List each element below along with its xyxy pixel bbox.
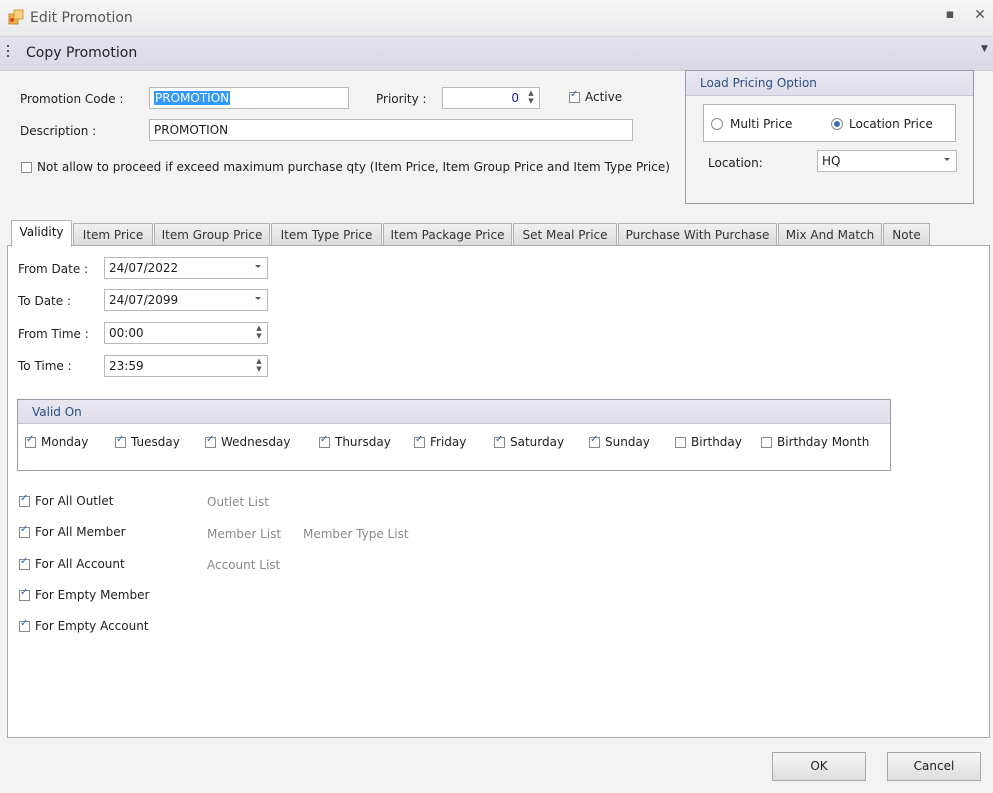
for-empty-member-label: For Empty Member bbox=[35, 588, 150, 602]
member-list-link[interactable]: Member List bbox=[207, 527, 281, 541]
toolbar-chevron-down-icon[interactable]: ▼ bbox=[981, 44, 988, 54]
window-title: Edit Promotion bbox=[30, 10, 133, 26]
valid-on-header: Valid On bbox=[18, 400, 890, 424]
friday-label: Friday bbox=[430, 435, 467, 449]
tab-item-price[interactable]: Item Price bbox=[73, 223, 153, 245]
for-empty-account-checkbox[interactable] bbox=[19, 618, 30, 632]
member-type-list-link[interactable]: Member Type List bbox=[303, 527, 409, 541]
copy-promotion-button[interactable]: Copy Promotion bbox=[26, 45, 137, 61]
tab-purchase-with-purchase[interactable]: Purchase With Purchase bbox=[618, 223, 777, 245]
from-date-label: From Date : bbox=[18, 262, 89, 276]
sunday-checkbox[interactable] bbox=[589, 434, 600, 448]
title-bar: Edit Promotion ▪ ✕ bbox=[0, 0, 993, 37]
from-time-label: From Time : bbox=[18, 327, 89, 341]
validity-tab-panel: From Date : 24/07/2022 To Date : 24/07/2… bbox=[7, 245, 990, 738]
account-list-link[interactable]: Account List bbox=[207, 558, 280, 572]
to-time-input[interactable]: 23:59 ▲ ▼ bbox=[104, 355, 268, 377]
from-date-dropdown-icon bbox=[255, 265, 261, 268]
promotion-code-value: PROMOTION bbox=[154, 91, 231, 105]
multi-price-label: Multi Price bbox=[730, 117, 793, 131]
to-date-dropdown-icon bbox=[255, 297, 261, 300]
toolbar-grip-icon[interactable] bbox=[7, 45, 10, 61]
active-label: Active bbox=[585, 90, 623, 104]
from-date-picker[interactable]: 24/07/2022 bbox=[104, 257, 268, 279]
saturday-checkbox[interactable] bbox=[494, 434, 505, 448]
birthday-label: Birthday bbox=[691, 435, 742, 449]
from-time-spin-icon[interactable]: ▲ ▼ bbox=[255, 324, 263, 340]
tab-mix-and-match[interactable]: Mix And Match bbox=[778, 223, 882, 245]
for-all-member-checkbox[interactable] bbox=[19, 524, 30, 538]
promotion-code-label: Promotion Code : bbox=[20, 92, 124, 106]
from-time-value: 00:00 bbox=[109, 326, 144, 340]
birthday-month-checkbox[interactable] bbox=[761, 437, 772, 448]
location-select[interactable]: HQ bbox=[817, 150, 957, 172]
valid-on-panel: Valid On Monday Tuesday Wednesday Thursd… bbox=[17, 399, 891, 471]
priority-label: Priority : bbox=[376, 92, 427, 106]
priority-spin-icon[interactable]: ▲ ▼ bbox=[527, 89, 535, 105]
tab-set-meal-price[interactable]: Set Meal Price bbox=[513, 223, 617, 245]
close-button[interactable]: ✕ bbox=[971, 6, 989, 24]
description-input[interactable]: PROMOTION bbox=[149, 119, 633, 141]
for-all-outlet-label: For All Outlet bbox=[35, 494, 114, 508]
location-price-radio[interactable] bbox=[831, 118, 843, 130]
to-date-value: 24/07/2099 bbox=[109, 293, 179, 307]
monday-label: Monday bbox=[41, 435, 89, 449]
multi-price-radio[interactable] bbox=[711, 118, 723, 130]
birthday-month-label: Birthday Month bbox=[777, 435, 870, 449]
birthday-checkbox[interactable] bbox=[675, 437, 686, 448]
valid-on-title: Valid On bbox=[32, 405, 82, 419]
load-pricing-panel: Load Pricing Option Multi Price Location… bbox=[685, 70, 974, 204]
priority-value: 0 bbox=[511, 91, 519, 105]
from-date-value: 24/07/2022 bbox=[109, 261, 179, 275]
app-icon bbox=[8, 9, 24, 25]
tuesday-label: Tuesday bbox=[131, 435, 180, 449]
monday-checkbox[interactable] bbox=[25, 434, 36, 448]
tab-item-type-price[interactable]: Item Type Price bbox=[271, 223, 382, 245]
location-label: Location: bbox=[708, 156, 763, 170]
wednesday-checkbox[interactable] bbox=[205, 434, 216, 448]
for-empty-member-checkbox[interactable] bbox=[19, 587, 30, 601]
active-checkbox[interactable] bbox=[569, 89, 580, 103]
location-value: HQ bbox=[822, 154, 841, 168]
location-dropdown-icon bbox=[944, 158, 950, 161]
load-pricing-title: Load Pricing Option bbox=[700, 76, 817, 90]
tab-item-group-price[interactable]: Item Group Price bbox=[154, 223, 270, 245]
not-allow-checkbox[interactable] bbox=[21, 162, 32, 173]
sunday-label: Sunday bbox=[605, 435, 650, 449]
outlet-list-link[interactable]: Outlet List bbox=[207, 495, 269, 509]
description-label: Description : bbox=[20, 124, 97, 138]
tab-note[interactable]: Note bbox=[883, 223, 930, 245]
to-time-spin-icon[interactable]: ▲ ▼ bbox=[255, 357, 263, 373]
saturday-label: Saturday bbox=[510, 435, 565, 449]
price-option-group: Multi Price Location Price bbox=[703, 104, 956, 142]
wednesday-label: Wednesday bbox=[221, 435, 291, 449]
priority-spin-input[interactable]: 0 ▲ ▼ bbox=[442, 87, 540, 109]
minimize-button[interactable]: ▪ bbox=[941, 6, 959, 24]
to-date-picker[interactable]: 24/07/2099 bbox=[104, 289, 268, 311]
promotion-code-input[interactable]: PROMOTION bbox=[149, 87, 349, 109]
tab-item-package-price[interactable]: Item Package Price bbox=[383, 223, 512, 245]
tab-validity[interactable]: Validity bbox=[11, 220, 72, 247]
for-all-account-label: For All Account bbox=[35, 557, 125, 571]
to-date-label: To Date : bbox=[18, 294, 71, 308]
location-price-label: Location Price bbox=[849, 117, 933, 131]
friday-checkbox[interactable] bbox=[414, 434, 425, 448]
ok-button[interactable]: OK bbox=[772, 752, 866, 781]
to-time-value: 23:59 bbox=[109, 359, 144, 373]
thursday-label: Thursday bbox=[335, 435, 391, 449]
for-all-account-checkbox[interactable] bbox=[19, 556, 30, 570]
tuesday-checkbox[interactable] bbox=[115, 434, 126, 448]
for-all-outlet-checkbox[interactable] bbox=[19, 493, 30, 507]
action-toolbar: Copy Promotion ▼ bbox=[0, 37, 993, 71]
for-all-member-label: For All Member bbox=[35, 525, 126, 539]
for-empty-account-label: For Empty Account bbox=[35, 619, 149, 633]
to-time-label: To Time : bbox=[18, 359, 72, 373]
not-allow-label: Not allow to proceed if exceed maximum p… bbox=[37, 160, 670, 174]
load-pricing-header: Load Pricing Option bbox=[686, 71, 973, 96]
from-time-input[interactable]: 00:00 ▲ ▼ bbox=[104, 322, 268, 344]
cancel-button[interactable]: Cancel bbox=[887, 752, 981, 781]
thursday-checkbox[interactable] bbox=[319, 434, 330, 448]
